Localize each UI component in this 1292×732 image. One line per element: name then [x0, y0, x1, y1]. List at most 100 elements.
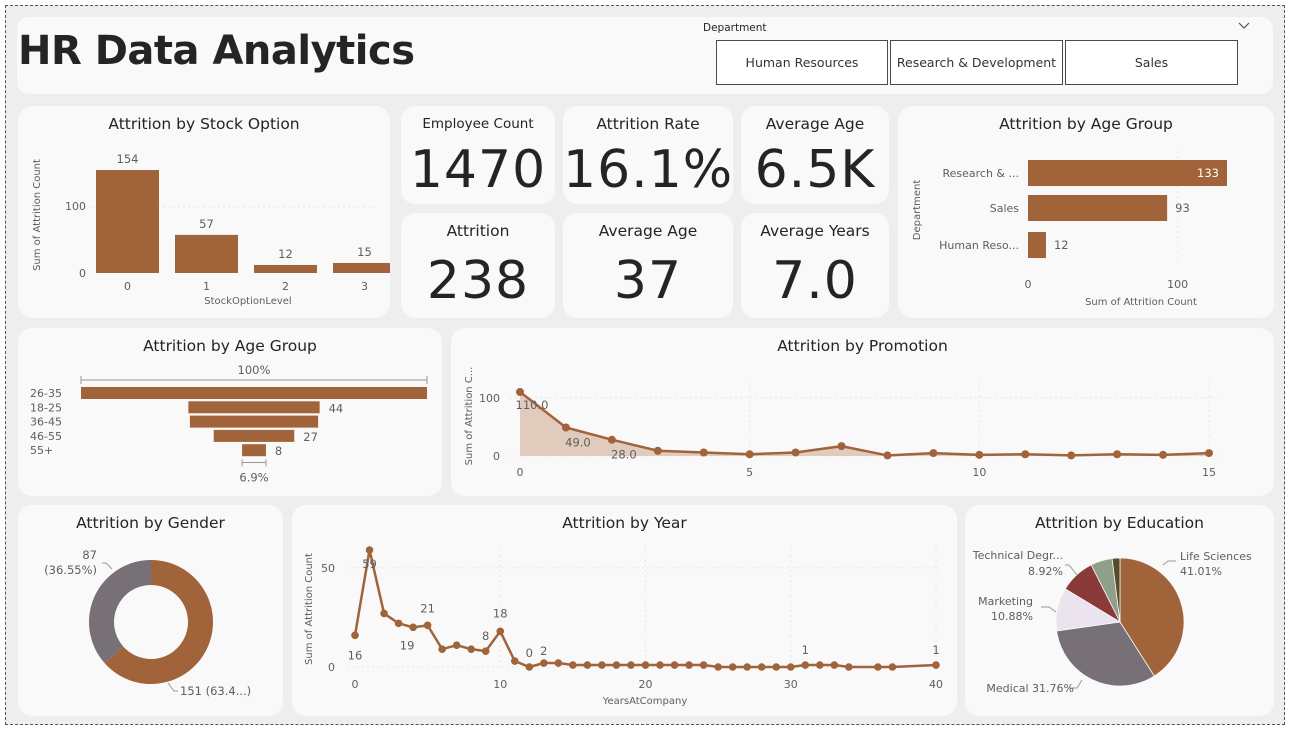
year-card: Attrition by Year 16 59 19 21 8 18 0 2 1 1 0 10 20 30…: [292, 505, 957, 716]
data-point: [365, 546, 374, 554]
data-label: 57: [199, 217, 214, 231]
data-point: [714, 663, 722, 671]
data-point: [685, 661, 693, 669]
x-tick-label: 0: [124, 280, 131, 293]
data-point: [837, 442, 846, 451]
data-point: [423, 621, 432, 630]
y-tick-label: 100: [65, 200, 86, 213]
data-point: [409, 623, 417, 632]
data-point: [452, 641, 461, 649]
category-label: Research & ...: [942, 167, 1019, 180]
data-point: [772, 663, 781, 671]
funnel-bar: [188, 401, 320, 414]
x-tick-label: 1: [203, 280, 210, 293]
data-point: [540, 659, 548, 667]
data-label: 28.0: [611, 448, 637, 462]
page-title: HR Data Analytics: [18, 28, 415, 74]
data-point: [816, 661, 824, 669]
data-point: [641, 661, 650, 669]
kpi-label: Attrition: [446, 222, 510, 240]
data-point: [554, 659, 563, 667]
y-tick-label: 50: [321, 562, 335, 575]
slicer-option-research-development[interactable]: Research & Development: [890, 40, 1063, 85]
data-label: 49.0: [565, 435, 591, 449]
y-axis-title: Sum of Attrition Count: [304, 553, 315, 665]
data-point: [481, 647, 490, 655]
donut-slice: [88, 560, 151, 664]
leader-line: [1162, 560, 1176, 566]
funnel-bar: [213, 429, 295, 442]
stock-option-card: Attrition by Stock Option 0 154 0 57 1 12 2 15 3…: [18, 106, 390, 318]
data-point: [845, 663, 853, 671]
bar: [333, 262, 390, 273]
data-point: [438, 645, 446, 653]
data-label: 133: [1197, 166, 1219, 180]
kpi-average-age: Average Age 37: [563, 213, 733, 318]
department-slicer-label: Department: [703, 22, 767, 34]
kpi-attrition: Attrition 238: [401, 213, 555, 318]
x-tick-label: 0: [352, 678, 359, 691]
data-label: 87: [82, 548, 97, 562]
data-label: Marketing: [978, 595, 1033, 608]
data-label: 18: [493, 606, 508, 620]
data-point: [888, 663, 897, 671]
data-point: [728, 663, 737, 671]
data-point: [467, 645, 475, 653]
data-point: [627, 661, 635, 669]
data-label: Medical 31.76%: [986, 682, 1074, 695]
data-point: [743, 663, 751, 671]
leader-line: [102, 562, 113, 570]
category-label: 36-45: [30, 416, 62, 429]
data-label: 19: [400, 638, 415, 652]
bar: [96, 170, 159, 273]
data-label: 16: [348, 648, 363, 662]
data-point: [653, 446, 662, 455]
data-label: 44: [329, 401, 344, 415]
kpi-value: 238: [426, 251, 530, 311]
data-point: [394, 619, 403, 628]
data-point: [801, 661, 810, 669]
x-tick-label: 0: [1025, 278, 1032, 291]
x-axis-title: YearsAtCompany: [602, 696, 688, 707]
data-label: 151 (63.4...): [180, 684, 251, 698]
x-tick-label: 30: [784, 678, 798, 691]
slicer-option-human-resources[interactable]: Human Resources: [716, 40, 888, 85]
data-point: [1113, 450, 1122, 459]
y-axis-title: Sum of Attrition C...: [464, 367, 475, 466]
data-point: [351, 631, 359, 640]
kpi-label: Attrition Rate: [596, 115, 700, 133]
y-axis-title: Sum of Attrition Count: [32, 159, 43, 271]
chevron-down-icon[interactable]: [1237, 19, 1251, 33]
bar: [175, 234, 238, 273]
data-point: [1067, 451, 1076, 460]
bar: [1028, 195, 1168, 221]
data-point: [525, 663, 534, 671]
data-point: [830, 661, 839, 669]
kpi-label: Average Age: [765, 115, 865, 133]
kpi-average-age-top: Average Age 6.5K: [741, 106, 889, 204]
leader-line: [1065, 564, 1078, 576]
leader-line: [1041, 606, 1057, 613]
promotion-card: Attrition by Promotion 110.0 49.0 28.0 0 5 10…: [451, 328, 1274, 496]
data-point: [612, 661, 621, 669]
data-point: [656, 661, 664, 669]
funnel-bottom-label: 6.9%: [239, 471, 268, 485]
department-card: Attrition by Age Group Research & ... 133…: [898, 106, 1274, 318]
data-label: 10.88%: [991, 610, 1033, 623]
kpi-label: Average Age: [598, 222, 698, 240]
kpi-value: 7.0: [772, 251, 858, 311]
stock-option-chart: 0 154 0 57 1 12 2 15 3 100 StockOptionLevel Sum of …: [32, 152, 390, 307]
data-label: 0: [526, 646, 533, 660]
data-label: 154: [117, 152, 139, 166]
data-label: 41.01%: [1180, 565, 1222, 578]
category-label: 26-35: [30, 387, 62, 400]
data-label: 93: [1175, 201, 1190, 215]
education-pie: Life Sciences 41.01% Medical 31.76% Marketi…: [972, 549, 1252, 695]
data-point: [791, 448, 800, 457]
kpi-value: 1470: [409, 140, 547, 200]
y-tick-label: 0: [328, 661, 335, 674]
x-tick-label: 5: [746, 466, 753, 479]
slicer-option-sales[interactable]: Sales: [1065, 40, 1238, 85]
category-label: 46-55: [30, 430, 62, 443]
data-point: [569, 661, 577, 669]
